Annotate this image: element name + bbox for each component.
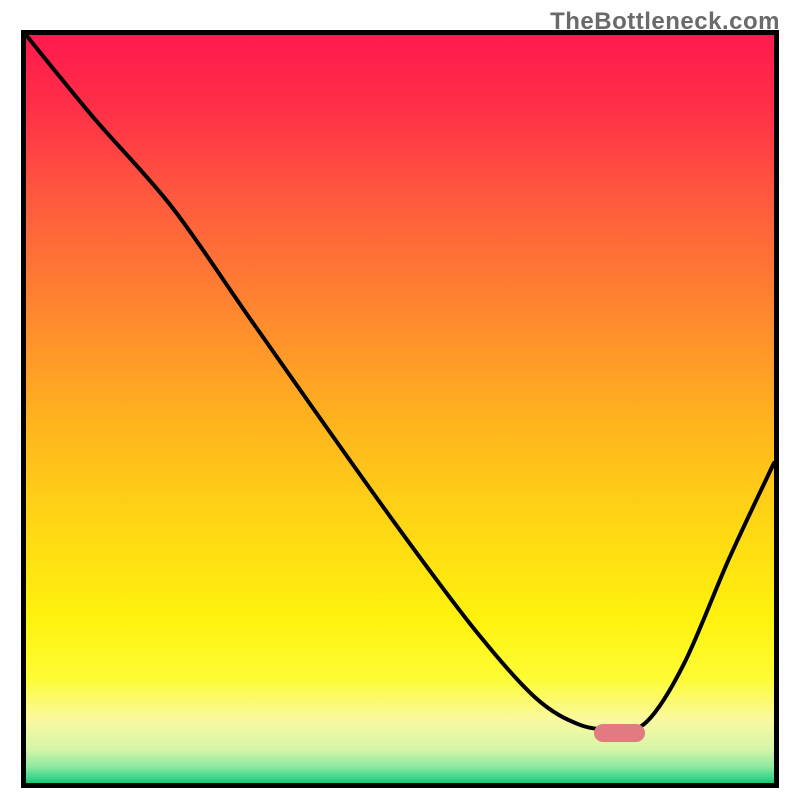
plot-svg (26, 35, 774, 783)
optimal-marker (594, 724, 645, 742)
plot-frame (21, 30, 779, 788)
background-gradient (26, 35, 774, 783)
chart-container: TheBottleneck.com (0, 0, 800, 800)
